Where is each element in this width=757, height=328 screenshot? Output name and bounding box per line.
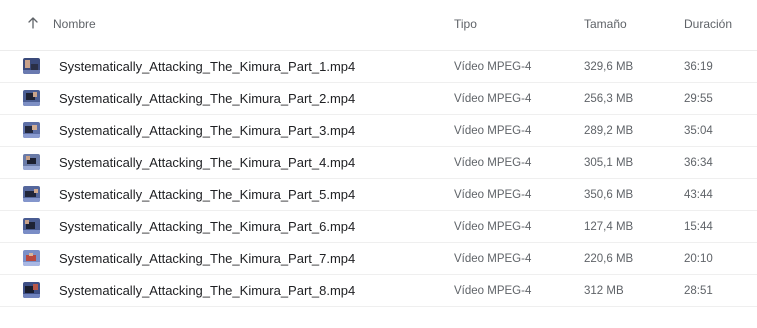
file-type: Vídeo MPEG-4 (454, 125, 532, 137)
table-row[interactable]: Systematically_Attacking_The_Kimura_Part… (0, 83, 757, 115)
file-size: 329,6 MB (584, 61, 634, 73)
file-type: Vídeo MPEG-4 (454, 61, 532, 73)
video-thumbnail-icon (23, 90, 40, 106)
table-row[interactable]: Systematically_Attacking_The_Kimura_Part… (0, 243, 757, 275)
file-duration: 35:04 (684, 125, 713, 137)
file-name: Systematically_Attacking_The_Kimura_Part… (59, 123, 356, 138)
table-row[interactable]: Systematically_Attacking_The_Kimura_Part… (0, 115, 757, 147)
file-duration: 43:44 (684, 189, 713, 201)
file-size: 312 MB (584, 285, 624, 297)
table-row[interactable]: Systematically_Attacking_The_Kimura_Part… (0, 147, 757, 179)
file-name: Systematically_Attacking_The_Kimura_Part… (59, 251, 356, 266)
file-type: Vídeo MPEG-4 (454, 285, 532, 297)
file-duration: 15:44 (684, 221, 713, 233)
file-size: 350,6 MB (584, 189, 634, 201)
arrow-up-icon[interactable] (24, 14, 42, 32)
file-name: Systematically_Attacking_The_Kimura_Part… (59, 59, 356, 74)
table-row[interactable]: Systematically_Attacking_The_Kimura_Part… (0, 51, 757, 83)
file-type: Vídeo MPEG-4 (454, 93, 532, 105)
column-header-type[interactable]: Tipo (454, 17, 477, 31)
column-header-size[interactable]: Tamaño (584, 17, 627, 31)
file-size: 220,6 MB (584, 253, 634, 265)
file-rows: Systematically_Attacking_The_Kimura_Part… (0, 51, 757, 307)
video-thumbnail-icon (23, 154, 40, 170)
file-type: Vídeo MPEG-4 (454, 221, 532, 233)
table-row[interactable]: Systematically_Attacking_The_Kimura_Part… (0, 211, 757, 243)
table-header: Nombre Tipo Tamaño Duración (0, 0, 757, 51)
column-header-name[interactable]: Nombre (53, 17, 96, 31)
table-row[interactable]: Systematically_Attacking_The_Kimura_Part… (0, 179, 757, 211)
file-list-table: Nombre Tipo Tamaño Duración Systematical… (0, 0, 757, 307)
file-name: Systematically_Attacking_The_Kimura_Part… (59, 91, 356, 106)
file-type: Vídeo MPEG-4 (454, 189, 532, 201)
file-type: Vídeo MPEG-4 (454, 253, 532, 265)
video-thumbnail-icon (23, 186, 40, 202)
file-size: 256,3 MB (584, 93, 634, 105)
file-name: Systematically_Attacking_The_Kimura_Part… (59, 187, 356, 202)
file-duration: 28:51 (684, 285, 713, 297)
file-duration: 29:55 (684, 93, 713, 105)
file-duration: 20:10 (684, 253, 713, 265)
file-size: 289,2 MB (584, 125, 634, 137)
video-thumbnail-icon (23, 122, 40, 138)
column-header-duration[interactable]: Duración (684, 17, 732, 31)
file-name: Systematically_Attacking_The_Kimura_Part… (59, 155, 356, 170)
file-size: 127,4 MB (584, 221, 634, 233)
video-thumbnail-icon (23, 282, 40, 298)
file-type: Vídeo MPEG-4 (454, 157, 532, 169)
file-name: Systematically_Attacking_The_Kimura_Part… (59, 219, 356, 234)
video-thumbnail-icon (23, 58, 40, 74)
table-row[interactable]: Systematically_Attacking_The_Kimura_Part… (0, 275, 757, 307)
file-size: 305,1 MB (584, 157, 634, 169)
file-duration: 36:19 (684, 61, 713, 73)
file-name: Systematically_Attacking_The_Kimura_Part… (59, 283, 356, 298)
file-duration: 36:34 (684, 157, 713, 169)
video-thumbnail-icon (23, 218, 40, 234)
video-thumbnail-icon (23, 250, 40, 266)
